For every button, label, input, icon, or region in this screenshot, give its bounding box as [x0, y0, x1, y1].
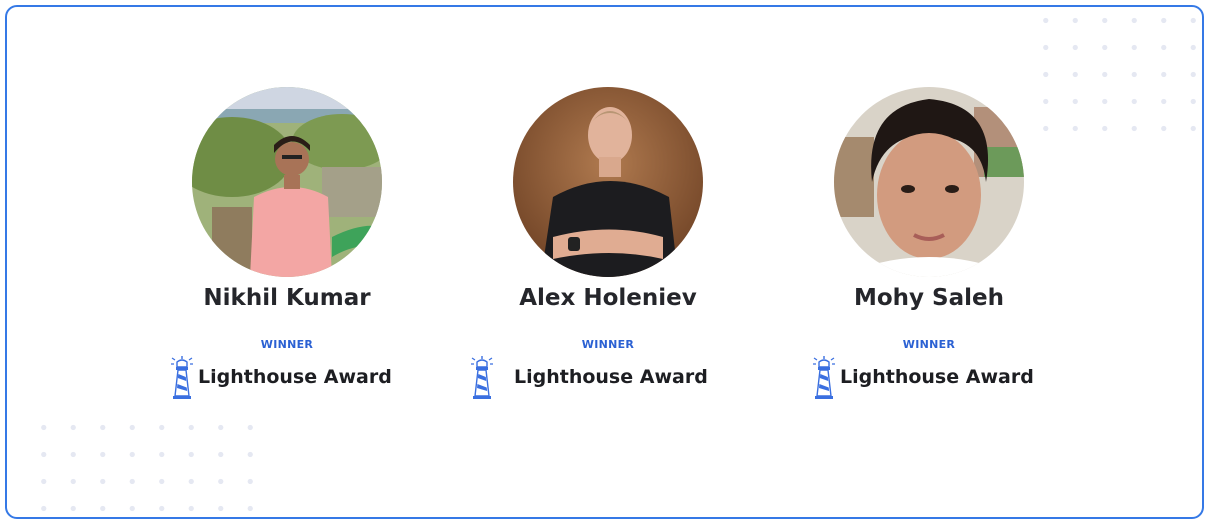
avatar	[513, 87, 703, 277]
winner-name: Alex Holeniev	[519, 285, 697, 311]
winner-badge-label: WINNER	[581, 338, 635, 351]
winner-badge-label: WINNER	[260, 338, 314, 351]
avatar-photo-icon	[834, 87, 1024, 277]
lighthouse-icon	[813, 356, 835, 399]
dot-pattern-bottom-left	[29, 414, 269, 517]
lighthouse-icon	[171, 356, 193, 399]
award-row: Lighthouse Award	[470, 354, 708, 400]
lighthouse-icon	[471, 356, 493, 399]
avatar	[192, 87, 382, 277]
award-name: Lighthouse Award	[840, 366, 1034, 388]
dot-pattern-top-right	[1031, 7, 1202, 142]
award-name: Lighthouse Award	[198, 366, 392, 388]
winner-name: Nikhil Kumar	[203, 285, 371, 311]
winner-badge-label: WINNER	[902, 338, 956, 351]
avatar-photo-icon	[192, 87, 382, 277]
avatar	[834, 87, 1024, 277]
award-name: Lighthouse Award	[514, 366, 708, 388]
winner-name: Mohy Saleh	[853, 285, 1004, 311]
winners-card: Nikhil Kumar WINNER Lighthouse Award Ale…	[5, 5, 1204, 519]
award-row: Lighthouse Award	[812, 354, 1034, 400]
avatar-photo-icon	[513, 87, 703, 277]
award-row: Lighthouse Award	[170, 354, 392, 400]
